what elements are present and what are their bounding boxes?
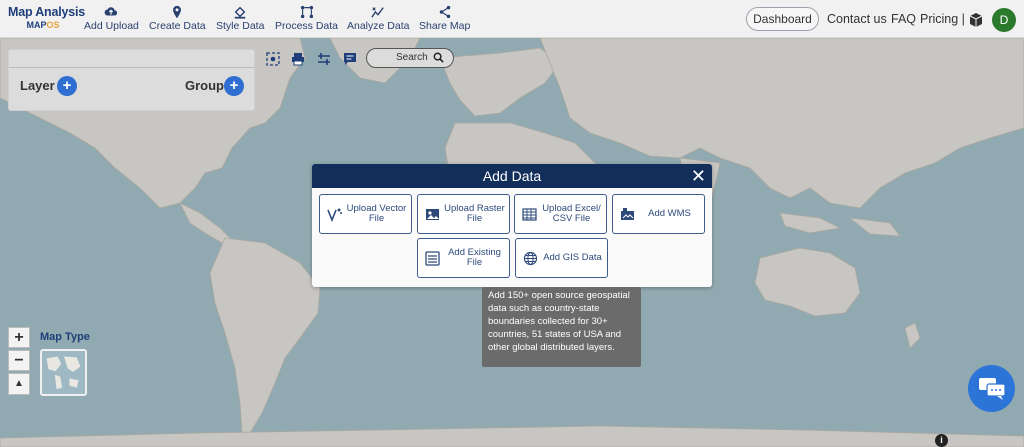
cloud-upload-icon (84, 4, 139, 20)
nav-process-data[interactable]: Process Data (275, 4, 338, 32)
layer-label: Layer (20, 78, 55, 93)
info-icon[interactable]: i (935, 434, 948, 447)
search-icon (433, 52, 444, 63)
measure-icon[interactable] (315, 50, 333, 68)
zoom-out-button[interactable]: − (8, 350, 30, 371)
upload-raster-file-button[interactable]: Upload Raster File (417, 194, 510, 234)
gis-data-tooltip: Add 150+ open source geospatial data suc… (482, 287, 641, 367)
print-icon[interactable] (289, 50, 307, 68)
layer-panel: Layer + Group + (8, 49, 255, 111)
option-label: Add Existing File (448, 247, 501, 268)
brand-subtitle: MAPOS (26, 20, 60, 30)
cube-icon[interactable] (968, 12, 984, 28)
upload-vector-file-button[interactable]: Upload Vector File (319, 194, 412, 234)
option-label: Upload Vector File (346, 203, 407, 224)
brand-logo[interactable]: Map Analysis MAPOS (8, 5, 86, 30)
add-wms-button[interactable]: Add WMS (612, 194, 705, 234)
paint-bucket-icon (216, 4, 264, 20)
process-icon (275, 4, 338, 20)
spreadsheet-icon (522, 208, 537, 221)
option-label: Add WMS (648, 208, 691, 219)
option-label: Upload Excel/ CSV File (542, 203, 601, 224)
nav-analyze-data[interactable]: Analyze Data (347, 4, 409, 32)
add-data-modal: Add Data ✕ Upload Vector File Upload Ras… (312, 164, 712, 287)
share-icon (419, 4, 470, 20)
map-type-label: Map Type (40, 331, 90, 343)
group-label: Group (185, 78, 224, 93)
faq-link[interactable]: FAQ (891, 12, 916, 26)
nav-add-upload[interactable]: Add Upload (84, 4, 139, 32)
wms-icon (621, 208, 634, 220)
screenshot-icon[interactable] (264, 50, 282, 68)
chat-support-button[interactable] (968, 365, 1015, 412)
nav-style-data[interactable]: Style Data (216, 4, 264, 32)
upload-excel-csv-button[interactable]: Upload Excel/ CSV File (514, 194, 607, 234)
chat-icon (979, 378, 1006, 400)
pricing-link[interactable]: Pricing | (920, 12, 965, 26)
add-layer-button[interactable]: + (57, 76, 77, 96)
map-pin-icon (149, 4, 206, 20)
user-avatar[interactable]: D (992, 8, 1016, 32)
nav-create-data[interactable]: Create Data (149, 4, 206, 32)
basemap-preview (42, 351, 85, 394)
add-existing-file-button[interactable]: Add Existing File (417, 238, 510, 278)
option-label: Add GIS Data (543, 252, 602, 263)
comment-icon[interactable] (341, 50, 359, 68)
option-label: Upload Raster File (444, 203, 505, 224)
panel-divider (9, 67, 254, 68)
brand-title: Map Analysis (8, 5, 86, 19)
modal-title: Add Data (482, 168, 542, 184)
globe-icon (523, 251, 538, 266)
add-group-button[interactable]: + (224, 76, 244, 96)
top-navbar: Map Analysis MAPOS Add Upload Create Dat… (0, 0, 1024, 38)
compass-reset-button[interactable]: ▲ (8, 373, 30, 395)
contact-link[interactable]: Contact us (827, 12, 887, 26)
nav-share-map[interactable]: Share Map (419, 4, 470, 32)
zoom-in-button[interactable]: + (8, 327, 30, 348)
existing-file-icon (425, 251, 440, 266)
dashboard-button[interactable]: Dashboard (746, 7, 819, 31)
analyze-icon (347, 4, 409, 20)
modal-header: Add Data ✕ (312, 164, 712, 188)
map-search-button[interactable]: Search (366, 48, 454, 68)
map-type-thumbnail[interactable] (40, 349, 87, 396)
vector-icon (327, 208, 342, 222)
raster-image-icon (426, 209, 439, 220)
add-gis-data-button[interactable]: Add GIS Data (515, 238, 608, 278)
close-icon[interactable]: ✕ (691, 164, 706, 188)
